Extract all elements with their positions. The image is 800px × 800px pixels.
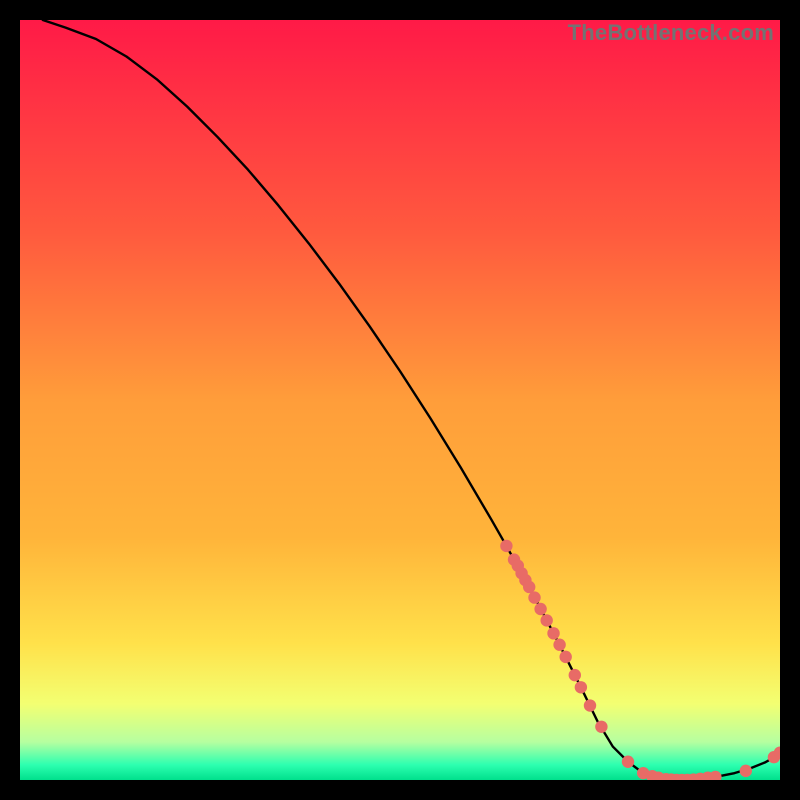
data-point bbox=[534, 603, 546, 615]
chart-frame: TheBottleneck.com bbox=[20, 20, 780, 780]
data-point bbox=[500, 540, 512, 552]
data-point bbox=[559, 651, 571, 663]
data-point bbox=[740, 765, 752, 777]
data-point bbox=[569, 669, 581, 681]
chart-svg bbox=[20, 20, 780, 780]
data-point bbox=[584, 699, 596, 711]
gradient-background bbox=[20, 20, 780, 780]
data-point bbox=[528, 591, 540, 603]
data-point bbox=[595, 721, 607, 733]
watermark-text: TheBottleneck.com bbox=[568, 20, 774, 46]
data-point bbox=[575, 681, 587, 693]
data-point bbox=[553, 639, 565, 651]
data-point bbox=[622, 756, 634, 768]
data-point bbox=[523, 581, 535, 593]
data-point bbox=[540, 614, 552, 626]
data-point bbox=[547, 627, 559, 639]
